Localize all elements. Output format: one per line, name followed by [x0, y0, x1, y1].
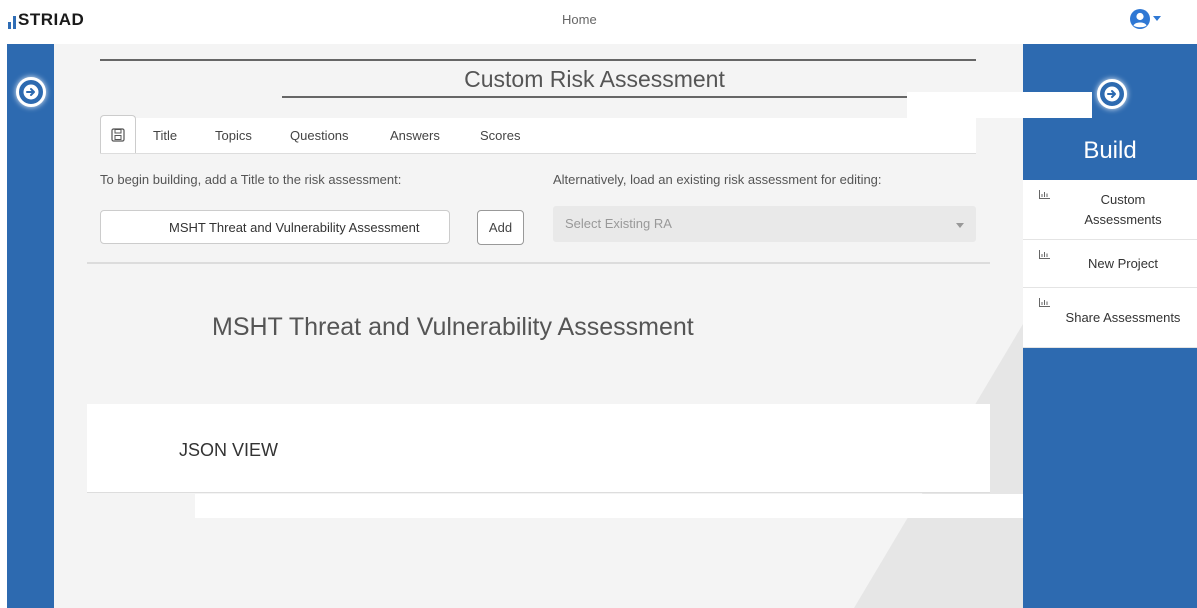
title-input[interactable] [100, 210, 450, 244]
tab-topics[interactable]: Topics [215, 128, 252, 143]
save-button[interactable] [100, 115, 136, 153]
title-hint-text: To begin building, add a Title to the ri… [100, 172, 402, 187]
tab-questions[interactable]: Questions [290, 128, 349, 143]
load-hint-text: Alternatively, load an existing risk ass… [553, 172, 882, 187]
builder-tabs: Title Topics Questions Answers Scores [100, 118, 976, 154]
footer-white-patch [195, 494, 1035, 518]
sidebar-item-label: New Project [1087, 255, 1159, 271]
sidebar-white-patch [1023, 92, 1092, 118]
title-rule-top [100, 59, 976, 61]
bar-chart-icon [1039, 250, 1050, 259]
left-collapse-panel [7, 44, 54, 608]
tab-title[interactable]: Title [153, 128, 177, 143]
user-circle-icon [1130, 9, 1150, 29]
logo-bars-icon [8, 16, 16, 29]
sidebar-menu: Custom Assessments New Project Share Ass… [1023, 180, 1197, 348]
page-title: Custom Risk Assessment [464, 66, 725, 92]
caret-down-icon [1153, 16, 1161, 21]
brand-name: STRIAD [18, 10, 85, 29]
arrow-right-icon [1104, 86, 1120, 102]
select-placeholder: Select Existing RA [565, 216, 672, 231]
sidebar-item-custom-assessments[interactable]: Custom Assessments [1023, 180, 1197, 240]
sidebar-item-label: Custom Assessments [1084, 191, 1162, 227]
title-rule-bottom [282, 96, 907, 98]
sidebar-item-label: Share Assessments [1065, 309, 1181, 325]
nav-home-link[interactable]: Home [562, 12, 597, 27]
bar-chart-icon [1039, 298, 1050, 307]
sidebar-item-new-project[interactable]: New Project [1023, 240, 1197, 288]
arrow-right-icon [23, 84, 39, 100]
collapse-right-button[interactable] [1097, 79, 1127, 109]
bar-chart-icon [1039, 190, 1050, 199]
add-title-button[interactable]: Add [477, 210, 524, 245]
striad-logo[interactable]: STRIAD [8, 9, 84, 29]
floppy-disk-icon [111, 127, 125, 142]
assessment-heading: MSHT Threat and Vulnerability Assessment [212, 313, 694, 341]
tab-scores[interactable]: Scores [480, 128, 520, 143]
top-navbar: STRIAD Home [0, 0, 1197, 40]
sidebar-item-share-assessments[interactable]: Share Assessments [1023, 288, 1197, 348]
json-view-label: JSON VIEW [179, 440, 279, 460]
chevron-down-icon [956, 223, 964, 228]
select-existing-ra-dropdown[interactable]: Select Existing RA [553, 206, 976, 242]
json-view-card: JSON VIEW [87, 404, 990, 493]
sidebar-title: Build [1083, 137, 1137, 164]
tab-answers[interactable]: Answers [390, 128, 440, 143]
expand-left-button[interactable] [16, 77, 46, 107]
user-menu-dropdown[interactable] [1129, 8, 1161, 30]
